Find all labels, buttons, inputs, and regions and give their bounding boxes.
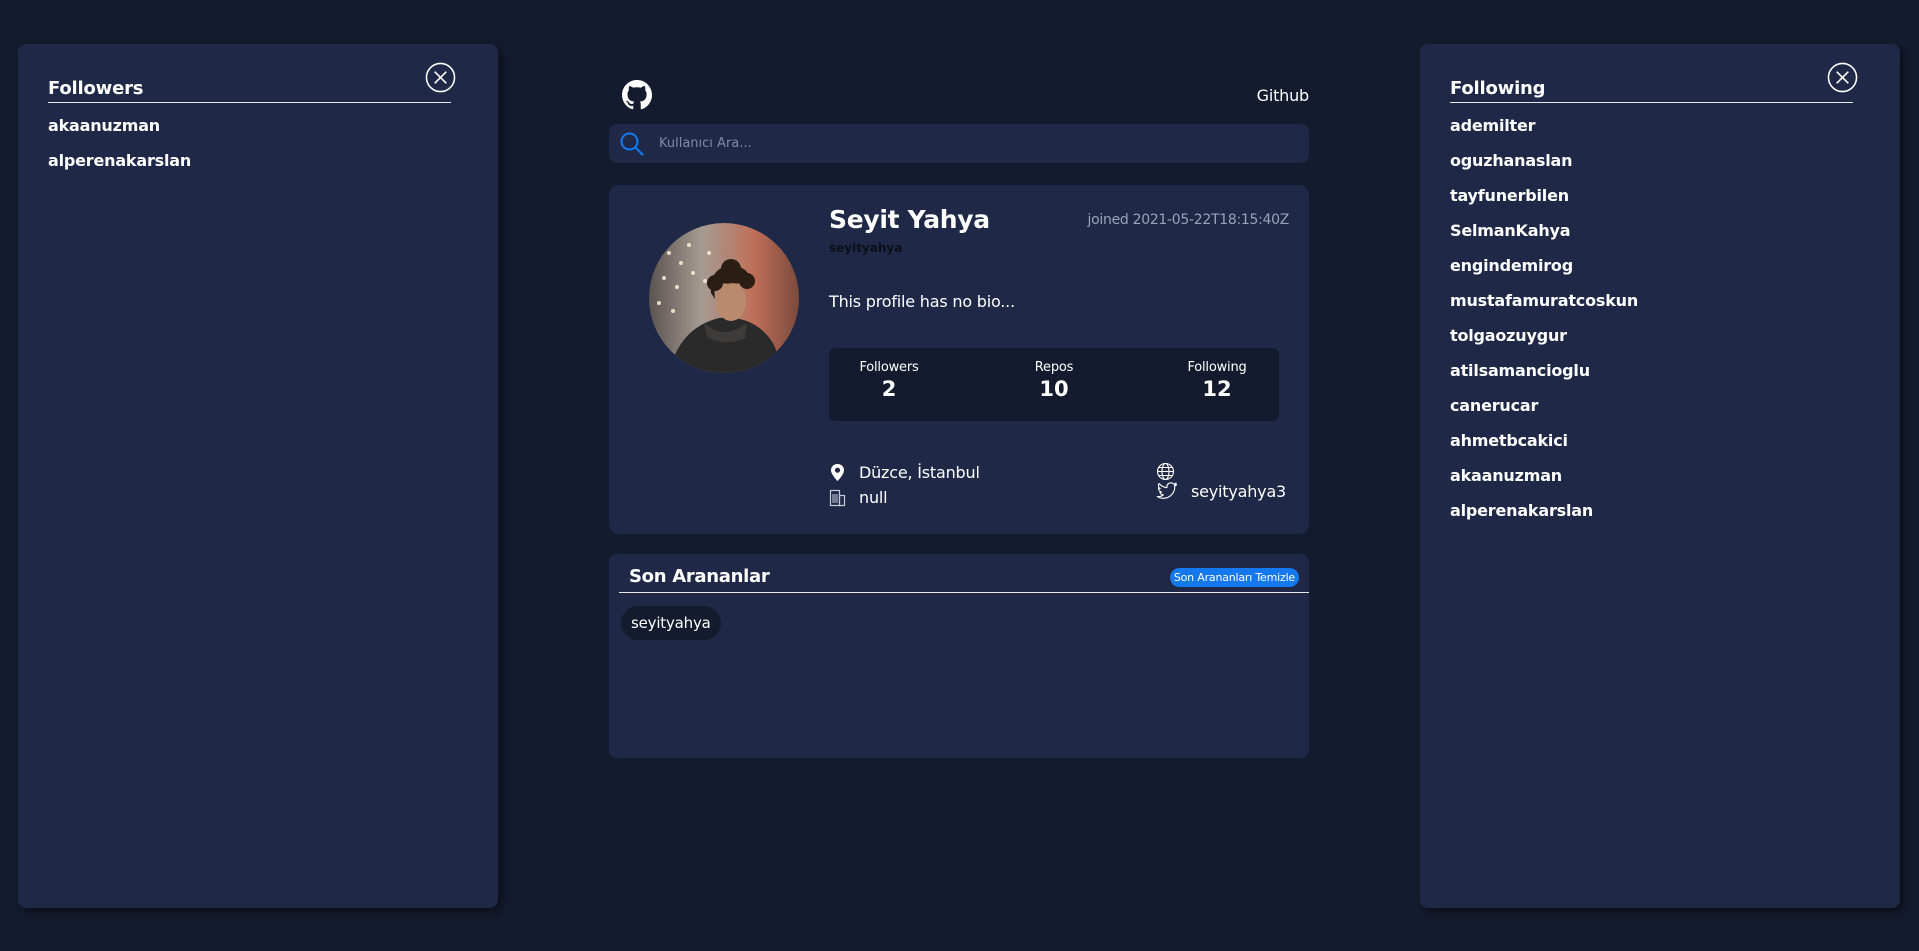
location-text: Düzce, İstanbul [859,463,980,482]
globe-icon[interactable] [1156,462,1175,481]
followers-title: Followers [48,78,451,103]
following-item[interactable]: ademilter [1450,113,1870,148]
following-item[interactable]: oguzhanaslan [1450,148,1870,183]
following-item[interactable]: alperenakarslan [1450,498,1870,533]
following-item[interactable]: ahmetbcakici [1450,428,1870,463]
search-icon[interactable] [619,131,645,157]
stat-followers[interactable]: Followers 2 [829,360,949,401]
header: Github [609,80,1309,112]
building-icon [829,489,846,506]
close-icon[interactable] [425,62,456,93]
stat-following[interactable]: Following 12 [1157,360,1277,401]
search-bar [609,124,1309,163]
joined-date: joined 2021-05-22T18:15:40Z [1087,212,1290,228]
following-item[interactable]: tayfunerbilen [1450,183,1870,218]
avatar [649,223,799,373]
company-row: null [829,488,888,507]
profile-card: Seyit Yahya seyityahya joined 2021-05-22… [609,185,1309,534]
stat-label: Repos [1034,360,1074,375]
recent-search-chip[interactable]: seyityahya [621,606,721,640]
following-item[interactable]: SelmanKahya [1450,218,1870,253]
github-link[interactable]: Github [1257,86,1310,105]
follower-item[interactable]: alperenakarslan [48,148,468,183]
following-item[interactable]: canerucar [1450,393,1870,428]
stat-label: Followers [859,360,919,375]
divider [619,592,1309,593]
company-text: null [859,488,888,507]
website-row [1156,462,1188,481]
search-input[interactable] [659,136,1279,151]
clear-recent-button[interactable]: Son Arananları Temizle [1169,568,1299,587]
twitter-row[interactable]: seyityahya3 [1156,482,1286,501]
location-icon [831,464,844,481]
twitter-icon [1156,482,1178,499]
profile-name: Seyit Yahya [829,205,990,234]
following-list: ademilter oguzhanaslan tayfunerbilen Sel… [1450,113,1870,533]
following-title: Following [1450,78,1853,103]
following-item[interactable]: mustafamuratcoskun [1450,288,1870,323]
recent-searches: Son Arananlar Son Arananları Temizle sey… [609,554,1309,758]
stat-value: 10 [1039,377,1069,401]
stat-repos[interactable]: Repos 10 [994,360,1114,401]
close-icon[interactable] [1827,62,1858,93]
profile-bio: This profile has no bio... [829,292,1015,311]
followers-list: akaanuzman alperenakarslan [48,113,468,183]
following-item[interactable]: akaanuzman [1450,463,1870,498]
recent-title: Son Arananlar [629,566,770,587]
stat-label: Following [1187,360,1247,375]
following-item[interactable]: atilsamancioglu [1450,358,1870,393]
location-row: Düzce, İstanbul [829,463,980,482]
stat-value: 12 [1202,377,1232,401]
profile-login[interactable]: seyityahya [829,241,902,255]
stat-value: 2 [881,377,897,401]
follower-item[interactable]: akaanuzman [48,113,468,148]
followers-panel: Followers akaanuzman alperenakarslan [18,44,498,908]
following-panel: Following ademilter oguzhanaslan tayfune… [1420,44,1900,908]
following-item[interactable]: tolgaozuygur [1450,323,1870,358]
twitter-handle: seyityahya3 [1191,482,1287,501]
github-icon[interactable] [622,80,652,110]
following-item[interactable]: engindemirog [1450,253,1870,288]
stats-box: Followers 2 Repos 10 Following 12 [829,348,1279,421]
